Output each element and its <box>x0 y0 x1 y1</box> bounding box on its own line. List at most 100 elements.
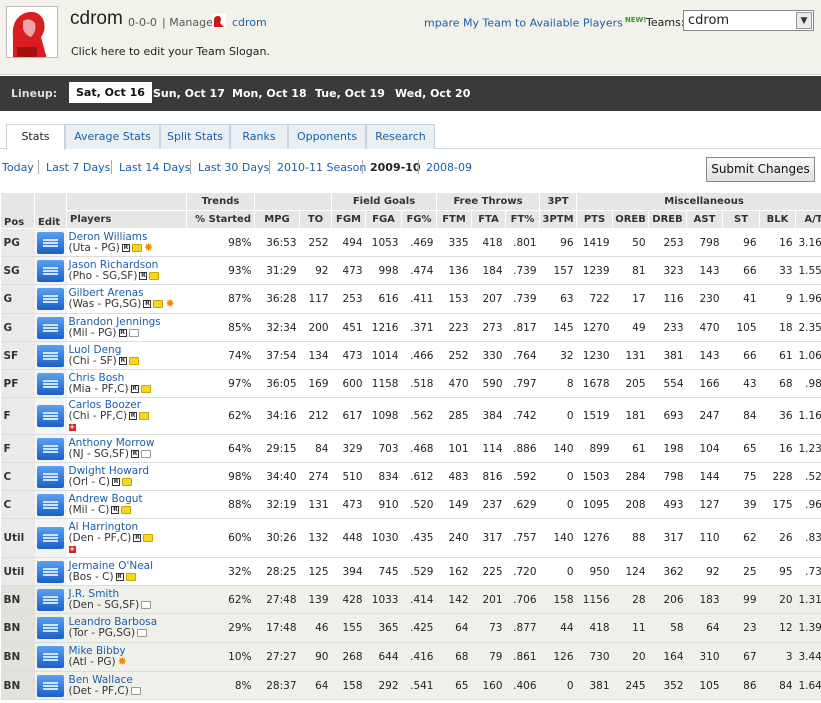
team-slogan-link[interactable]: Click here to edit your Team Slogan. <box>71 45 270 58</box>
filter-last-30-days[interactable]: Last 30 Days <box>198 161 269 174</box>
col-header-blk[interactable]: BLK <box>759 210 797 229</box>
edit-position-button[interactable] <box>37 372 64 395</box>
stat-mpg: 31:29 <box>254 256 300 285</box>
compare-players-link[interactable]: mpare My Team to Available Players NEW! <box>424 16 646 30</box>
starburst-icon[interactable]: ✸ <box>165 298 175 309</box>
player-note-icon[interactable] <box>125 572 136 581</box>
filter-2010-11-season[interactable]: 2010-11 Season <box>277 161 366 174</box>
edit-position-button[interactable] <box>37 493 64 516</box>
teams-select[interactable]: cdrom ▼ <box>683 10 814 31</box>
edit-position-button[interactable] <box>37 316 64 339</box>
research-icon[interactable]: R <box>133 533 142 542</box>
research-icon[interactable]: R <box>115 572 124 581</box>
chevron-down-icon[interactable]: ▼ <box>796 12 812 29</box>
empty-note-icon[interactable] <box>130 686 141 695</box>
edit-position-button[interactable] <box>37 527 64 549</box>
edit-position-button[interactable] <box>37 674 64 697</box>
research-icon[interactable]: R <box>139 271 148 280</box>
col-header-pos[interactable]: Pos <box>0 192 35 229</box>
stat-fta: 201 <box>471 585 506 614</box>
tab-stats[interactable]: Stats <box>6 124 65 150</box>
research-icon[interactable]: R <box>130 384 139 393</box>
empty-note-icon[interactable] <box>141 600 152 609</box>
col-header-fg-pct[interactable]: FG% <box>401 210 437 229</box>
col-header-oreb[interactable]: OREB <box>612 210 650 229</box>
col-header-a-t[interactable]: A/T <box>795 210 821 229</box>
injury-cross-icon[interactable]: + <box>68 424 76 431</box>
group-header-row: Pos Edit Trends Field Goals Free Throws … <box>0 192 821 229</box>
edit-position-button[interactable] <box>37 617 64 639</box>
player-note-icon[interactable] <box>122 477 132 486</box>
col-header-ast[interactable]: AST <box>686 210 724 229</box>
research-icon[interactable]: R <box>129 411 138 420</box>
tab-split-stats[interactable]: Split Stats <box>160 124 230 149</box>
col-header-players[interactable]: Players <box>66 210 187 229</box>
col-header-st[interactable]: ST <box>722 210 761 229</box>
lineup-day-mon[interactable]: Mon, Oct 18 <box>232 87 307 100</box>
stat-dreb: 58 <box>648 613 687 643</box>
player-note-icon[interactable] <box>139 411 150 420</box>
starburst-icon[interactable]: ✸ <box>144 242 154 253</box>
lineup-day-tue[interactable]: Tue, Oct 19 <box>315 87 385 100</box>
stat-st: 67 <box>722 642 760 672</box>
player-note-icon[interactable] <box>149 271 160 280</box>
empty-note-icon[interactable] <box>128 328 139 337</box>
research-icon[interactable]: R <box>121 243 130 252</box>
edit-position-button[interactable] <box>37 465 64 488</box>
col-header-to[interactable]: TO <box>299 210 332 229</box>
edit-position-button[interactable] <box>37 646 64 668</box>
tab-opponents[interactable]: Opponents <box>288 124 366 149</box>
edit-position-button[interactable] <box>37 231 64 254</box>
research-icon[interactable]: R <box>143 300 152 308</box>
submit-changes-button[interactable]: Submit Changes <box>706 157 815 182</box>
col-header-mpg[interactable]: MPG <box>254 210 300 229</box>
research-icon[interactable]: R <box>130 449 139 458</box>
edit-position-button[interactable] <box>37 405 64 427</box>
starburst-icon[interactable]: ✸ <box>118 656 128 667</box>
stat-oreb: 208 <box>612 490 649 519</box>
tab-ranks[interactable]: Ranks <box>230 124 288 149</box>
col-header-ftm[interactable]: FTM <box>436 210 472 229</box>
empty-note-icon[interactable] <box>137 629 148 637</box>
col-header-3ptm[interactable]: 3PTM <box>539 210 578 229</box>
lineup-day-sat[interactable]: Sat, Oct 16 <box>69 82 152 103</box>
player-note-icon[interactable] <box>131 243 142 252</box>
player-note-icon[interactable] <box>143 533 154 542</box>
edit-position-button[interactable] <box>37 437 64 460</box>
filter-today[interactable]: Today <box>2 161 34 174</box>
edit-position-button[interactable] <box>37 259 64 282</box>
col-header-ft-pct[interactable]: FT% <box>504 210 541 229</box>
filter-2008-09[interactable]: 2008-09 <box>426 161 472 174</box>
filter-2009-10[interactable]: 2009-10 <box>370 161 421 174</box>
col-header-fta[interactable]: FTA <box>471 210 506 229</box>
player-note-icon[interactable] <box>153 300 164 308</box>
filter-last-14-days[interactable]: Last 14 Days <box>119 161 190 174</box>
tab-research[interactable]: Research <box>366 124 435 149</box>
manager-name-link[interactable]: cdrom <box>232 16 267 29</box>
lineup-day-wed[interactable]: Wed, Oct 20 <box>395 87 470 100</box>
col-header-dreb[interactable]: DREB <box>648 210 688 229</box>
edit-position-button[interactable] <box>37 588 64 611</box>
injury-cross-icon[interactable]: + <box>68 546 76 553</box>
col-header-pts[interactable]: PTS <box>576 210 614 229</box>
team-avatar[interactable] <box>6 6 58 58</box>
list-icon <box>43 624 58 626</box>
col-header-fga[interactable]: FGA <box>365 210 402 229</box>
research-icon[interactable]: R <box>112 477 120 486</box>
edit-position-button[interactable] <box>37 344 64 367</box>
research-icon[interactable]: R <box>118 356 127 365</box>
lineup-day-sun[interactable]: Sun, Oct 17 <box>153 87 225 100</box>
empty-note-icon[interactable] <box>140 449 151 458</box>
edit-position-button[interactable] <box>37 288 64 310</box>
col-header-fgm[interactable]: FGM <box>331 210 366 229</box>
tab-average-stats[interactable]: Average Stats <box>65 124 160 149</box>
research-icon[interactable]: R <box>118 328 127 337</box>
player-note-icon[interactable] <box>140 384 151 393</box>
player-note-icon[interactable] <box>128 356 139 365</box>
filter-last-7-days[interactable]: Last 7 Days <box>46 161 110 174</box>
research-icon[interactable]: R <box>111 505 120 514</box>
col-header-pct-started[interactable]: % Started <box>186 210 255 229</box>
stat-pct-started: 8% <box>186 671 255 700</box>
edit-position-button[interactable] <box>37 560 64 583</box>
player-note-icon[interactable] <box>121 505 132 514</box>
